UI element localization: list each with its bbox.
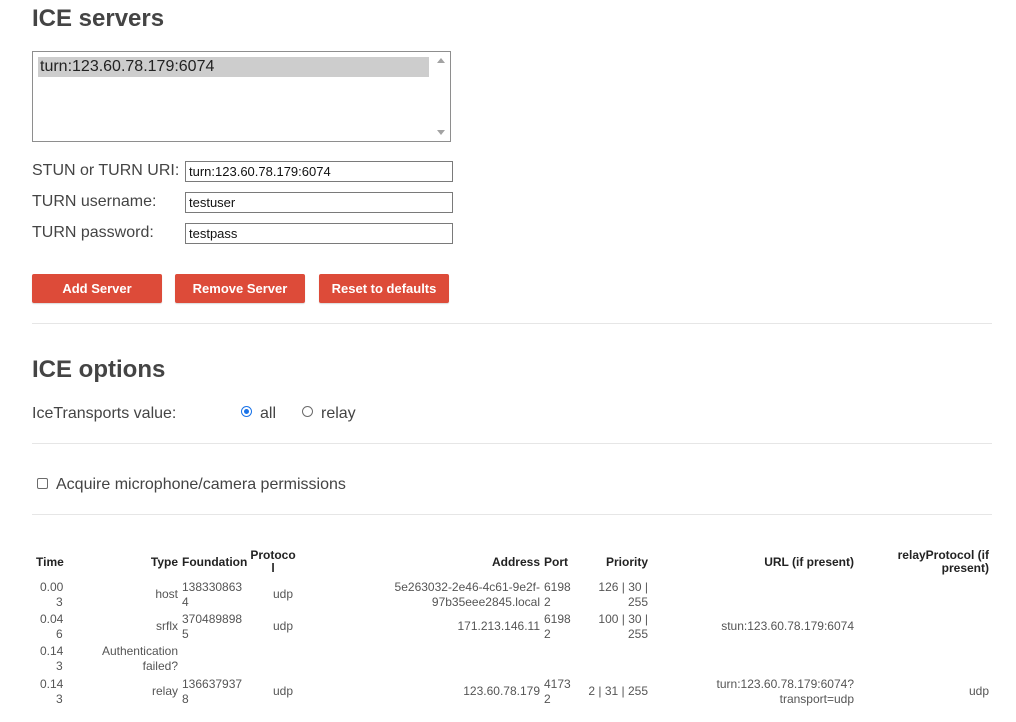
reset-defaults-button[interactable]: Reset to defaults xyxy=(319,274,449,303)
cell-time-line2: 6 xyxy=(56,627,63,641)
ice-transports-label: IceTransports value: xyxy=(32,405,177,422)
header-address: Address xyxy=(491,555,540,569)
cell-foundation-line1: 370489898 xyxy=(182,612,243,626)
cell-time-line2: 3 xyxy=(56,595,63,609)
cell-time-line1: 0.04 xyxy=(40,612,64,626)
divider xyxy=(32,514,992,515)
cell-time: 0.04 6 xyxy=(40,612,63,642)
ice-servers-title: ICE servers xyxy=(32,5,165,32)
cell-foundation-line2: 4 xyxy=(182,595,189,609)
radio-all[interactable] xyxy=(241,406,252,417)
cell-address: 5e263032-2e46-4c61-9e2f- 97b35eee2845.loc… xyxy=(360,580,540,610)
cell-foundation: 136637937 8 xyxy=(182,677,242,707)
cell-priority-line2: 255 xyxy=(627,595,648,609)
add-server-button[interactable]: Add Server xyxy=(32,274,162,303)
cell-time: 0.14 3 xyxy=(40,644,63,674)
scroll-up-arrow-icon[interactable] xyxy=(437,58,445,63)
cell-type: host xyxy=(155,587,178,601)
cell-priority: 126 | 30 | 255 xyxy=(580,580,648,610)
header-url: URL (if present) xyxy=(764,555,854,569)
username-input[interactable]: testuser xyxy=(185,192,453,213)
cell-foundation: 370489898 5 xyxy=(182,612,242,642)
cell-type-line1: Authentication xyxy=(101,644,178,658)
cell-priority-line1: 126 | 30 | xyxy=(598,580,648,594)
cell-foundation: 138330863 4 xyxy=(182,580,242,610)
divider xyxy=(32,443,992,444)
cell-time-line1: 0.14 xyxy=(40,677,64,691)
header-relay-protocol: relayProtocol (if present) xyxy=(870,549,989,575)
header-protocol: Protoco l xyxy=(248,549,298,575)
ice-options-title: ICE options xyxy=(32,356,166,383)
cell-time-line2: 3 xyxy=(56,692,63,706)
cell-type: Authentication failed? xyxy=(90,644,178,674)
cell-foundation-line1: 138330863 xyxy=(182,580,243,594)
cell-priority-line1: 100 | 30 | xyxy=(598,612,648,626)
radio-relay-label[interactable]: relay xyxy=(321,405,356,423)
cell-port-line1: 4173 xyxy=(544,677,571,691)
cell-foundation-line2: 5 xyxy=(182,627,189,641)
cell-port: 4173 2 xyxy=(544,677,571,707)
cell-protocol: udp xyxy=(272,587,294,601)
cell-port-line2: 2 xyxy=(544,627,551,641)
cell-time: 0.14 3 xyxy=(40,677,63,707)
cell-url-line1: turn:123.60.78.179:6074? xyxy=(716,677,854,691)
cell-url: stun:123.60.78.179:6074 xyxy=(721,619,854,633)
password-input[interactable]: testpass xyxy=(185,223,453,244)
ice-servers-listbox[interactable]: turn:123.60.78.179:6074 xyxy=(32,51,451,142)
uri-input[interactable]: turn:123.60.78.179:6074 xyxy=(185,161,453,182)
cell-port: 6198 2 xyxy=(544,580,571,610)
cell-type: relay xyxy=(151,684,178,698)
cell-address-line1: 5e263032-2e46-4c61-9e2f- xyxy=(394,580,540,594)
cell-port-line1: 6198 xyxy=(544,612,571,626)
cell-priority-line2: 255 xyxy=(627,627,648,641)
header-relay-line2: present) xyxy=(941,561,989,575)
header-foundation: Foundation xyxy=(182,555,248,569)
cell-address: 123.60.78.179 xyxy=(463,684,540,698)
scroll-down-arrow-icon[interactable] xyxy=(437,130,445,135)
header-port: Port xyxy=(544,555,568,569)
cell-type-line2: failed? xyxy=(142,659,178,673)
cell-foundation-line1: 136637937 xyxy=(182,677,243,691)
cell-priority: 100 | 30 | 255 xyxy=(580,612,648,642)
cell-relay-protocol: udp xyxy=(968,684,989,698)
cell-port-line2: 2 xyxy=(544,692,551,706)
cell-priority: 2 | 31 | 255 xyxy=(588,684,648,698)
radio-relay[interactable] xyxy=(302,406,313,417)
header-protocol-line2: l xyxy=(271,561,275,575)
password-label: TURN password: xyxy=(32,224,154,241)
cell-port: 6198 2 xyxy=(544,612,571,642)
cell-time: 0.00 3 xyxy=(40,580,63,610)
username-label: TURN username: xyxy=(32,193,157,210)
radio-all-label[interactable]: all xyxy=(260,405,276,423)
cell-protocol: udp xyxy=(272,619,294,633)
cell-time-line2: 3 xyxy=(56,659,63,673)
acquire-permissions-label[interactable]: Acquire microphone/camera permissions xyxy=(56,476,346,494)
cell-url-line2: transport=udp xyxy=(779,692,854,706)
listbox-scrollbar[interactable] xyxy=(433,52,450,141)
cell-url: turn:123.60.78.179:6074? transport=udp xyxy=(660,677,854,707)
acquire-permissions-checkbox[interactable] xyxy=(37,478,48,489)
divider xyxy=(32,323,992,324)
cell-time-line1: 0.14 xyxy=(40,644,64,658)
cell-protocol: udp xyxy=(272,684,294,698)
header-time: Time xyxy=(36,555,64,569)
cell-type: srflx xyxy=(156,619,178,633)
header-type: Type xyxy=(150,555,178,569)
header-priority: Priority xyxy=(605,555,648,569)
uri-label: STUN or TURN URI: xyxy=(32,162,180,179)
cell-time-line1: 0.00 xyxy=(40,580,64,594)
cell-port-line1: 6198 xyxy=(544,580,571,594)
ice-server-option[interactable]: turn:123.60.78.179:6074 xyxy=(38,57,429,77)
cell-foundation-line2: 8 xyxy=(182,692,189,706)
remove-server-button[interactable]: Remove Server xyxy=(175,274,305,303)
cell-address: 171.213.146.11 xyxy=(457,619,540,633)
cell-address-line2: 97b35eee2845.local xyxy=(431,595,540,609)
cell-port-line2: 2 xyxy=(544,595,551,609)
